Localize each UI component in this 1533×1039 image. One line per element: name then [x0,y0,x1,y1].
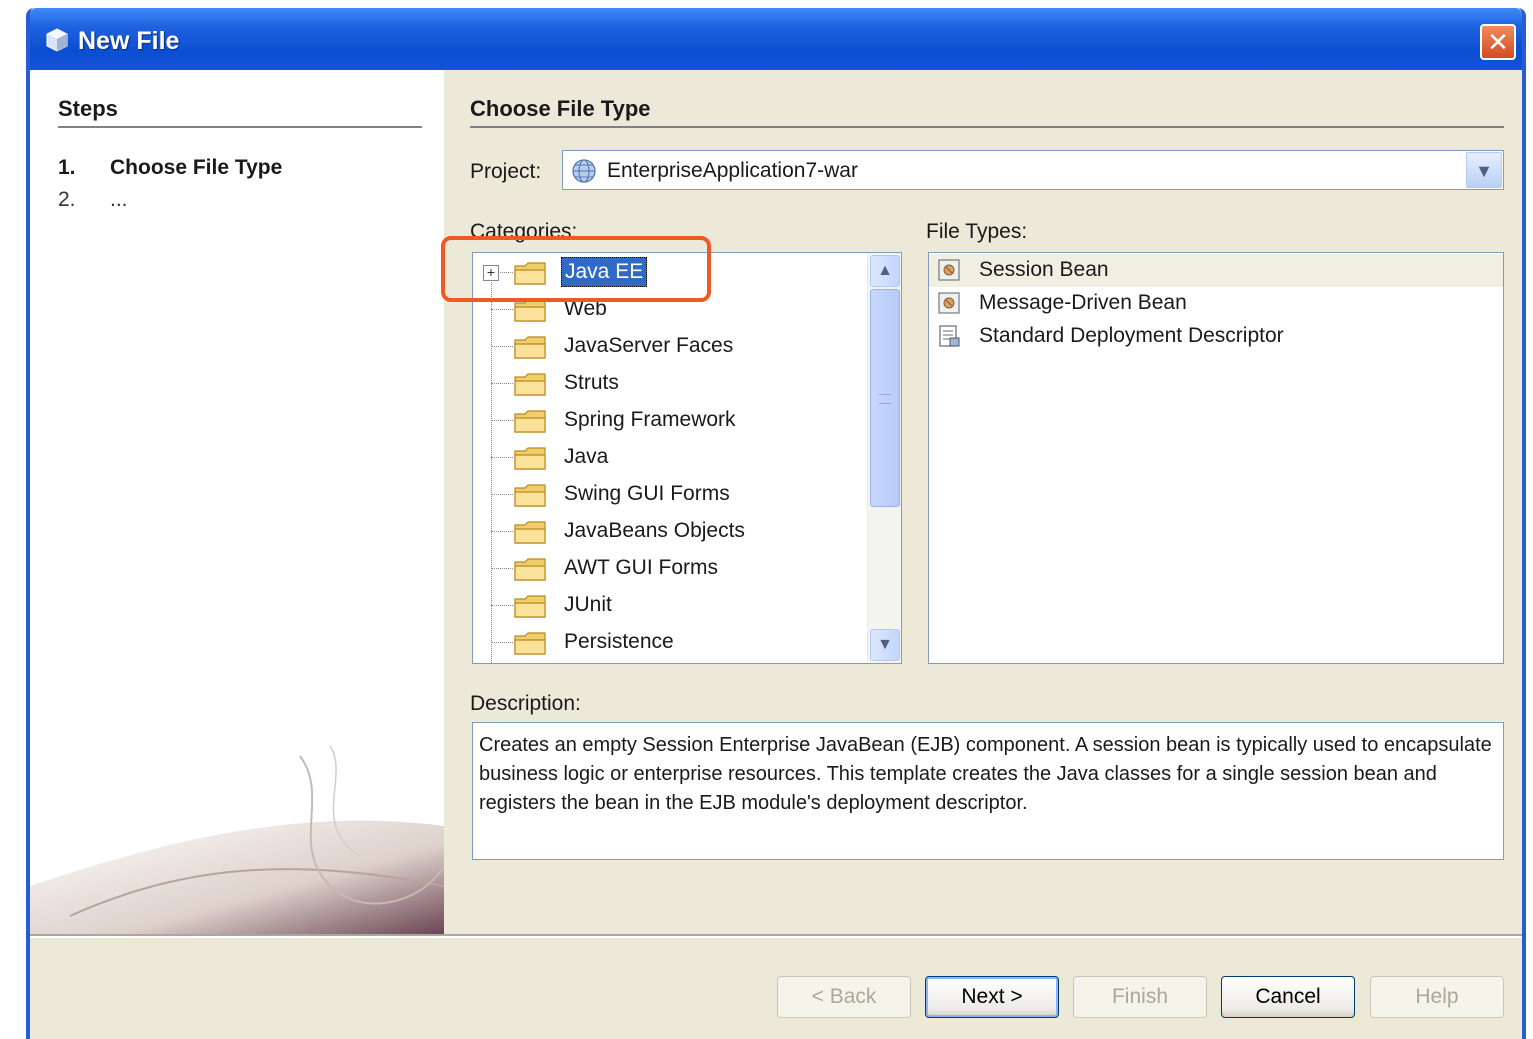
tree-connector [491,346,513,347]
tree-item[interactable]: Persistence [473,624,873,661]
bean-icon [938,292,960,314]
folder-icon [514,373,546,396]
tree-connector [491,457,513,458]
categories-tree[interactable]: + Java EE Web JavaServer Faces Struts Spring … [472,252,902,664]
tree-item[interactable]: AWT GUI Forms [473,550,873,587]
folder-icon [514,558,546,581]
folder-icon [514,595,546,618]
tree-item[interactable]: Struts [473,365,873,402]
next-button[interactable]: Next > [925,976,1059,1018]
close-button[interactable]: ✕ [1480,24,1516,60]
tree-connector [491,494,513,495]
file-type-label: Session Bean [979,258,1109,281]
button-bar: < Back Next > Finish Cancel Help [30,936,1522,1039]
folder-icon [514,447,546,470]
file-type-item[interactable]: Message-Driven Bean [929,287,1503,320]
file-type-label: Message-Driven Bean [979,291,1187,314]
tree-item-label: AWT GUI Forms [564,556,718,579]
tree-item-label: JavaBeans Objects [564,519,745,542]
chevron-down-icon[interactable]: ▼ [1466,152,1502,188]
back-button[interactable]: < Back [777,976,911,1018]
project-label: Project: [470,160,542,183]
step-2: 2.... [58,188,128,212]
tree-item[interactable]: JavaServer Faces [473,328,873,365]
scroll-down-icon[interactable]: ▼ [870,629,900,661]
file-types-label: File Types: [926,220,1028,243]
tree-item[interactable]: JUnit [473,587,873,624]
tree-item[interactable]: Spring Framework [473,402,873,439]
tree-connector [491,531,513,532]
tree-connector [491,605,513,606]
grip-icon [879,394,891,404]
finish-button[interactable]: Finish [1073,976,1207,1018]
callout-highlight [441,236,711,302]
description-label: Description: [470,692,581,715]
tree-connector [491,383,513,384]
tree-item-label: Swing GUI Forms [564,482,730,505]
window-title: New File [78,27,180,55]
steps-panel: Steps 1. Choose File Type 2.... [30,70,444,936]
new-file-dialog: New File ✕ Steps 1. Choose File Type 2...… [26,8,1526,1039]
steps-heading: Steps [58,96,422,128]
step-number: 2. [58,188,76,211]
tree-connector [491,642,513,643]
file-type-label: Standard Deployment Descriptor [979,324,1284,347]
decorative-swirl-image [30,745,444,936]
netbeans-cube-icon [46,28,68,52]
step-1: 1. Choose File Type [58,156,282,180]
project-value: EnterpriseApplication7-war [607,159,858,182]
cancel-button[interactable]: Cancel [1221,976,1355,1018]
tree-item[interactable]: Java [473,439,873,476]
step-number: 1. [58,156,76,179]
scroll-thumb[interactable] [870,289,900,507]
categories-scrollbar[interactable]: ▲ ▼ [867,253,901,663]
section-title: Choose File Type [470,96,1504,128]
tree-item[interactable]: Swing GUI Forms [473,476,873,513]
folder-icon [514,336,546,359]
file-type-item[interactable]: Standard Deployment Descriptor [929,320,1503,353]
descriptor-icon [939,325,960,347]
step-label: ... [110,188,128,211]
tree-connector [491,420,513,421]
content-panel: Choose File Type Project: EnterpriseAppl… [444,70,1522,936]
tree-connector [491,568,513,569]
scroll-up-icon[interactable]: ▲ [870,255,900,287]
folder-icon [514,521,546,544]
tree-item-label: Spring Framework [564,408,736,431]
file-types-list[interactable]: Session Bean Message-Driven Bean Standard … [928,252,1504,664]
tree-connector [491,309,513,310]
description-text: Creates an empty Session Enterprise Java… [472,722,1504,860]
tree-item-label: JavaServer Faces [564,334,734,357]
tree-item-label: Persistence [564,630,674,653]
title-bar[interactable]: New File ✕ [30,8,1522,70]
folder-icon [514,632,546,655]
step-label: Choose File Type [110,156,283,179]
tree-item-label: Struts [564,371,619,394]
tree-item-label: JUnit [564,593,612,616]
web-project-globe-icon [572,159,596,183]
tree-item[interactable]: JavaBeans Objects [473,513,873,550]
bean-icon [938,259,960,281]
tree-item-label: Java [564,445,609,468]
file-type-item[interactable]: Session Bean [929,254,1503,287]
help-button[interactable]: Help [1370,976,1504,1018]
project-combobox[interactable]: EnterpriseApplication7-war ▼ [562,150,1504,190]
folder-icon [514,484,546,507]
folder-icon [514,410,546,433]
